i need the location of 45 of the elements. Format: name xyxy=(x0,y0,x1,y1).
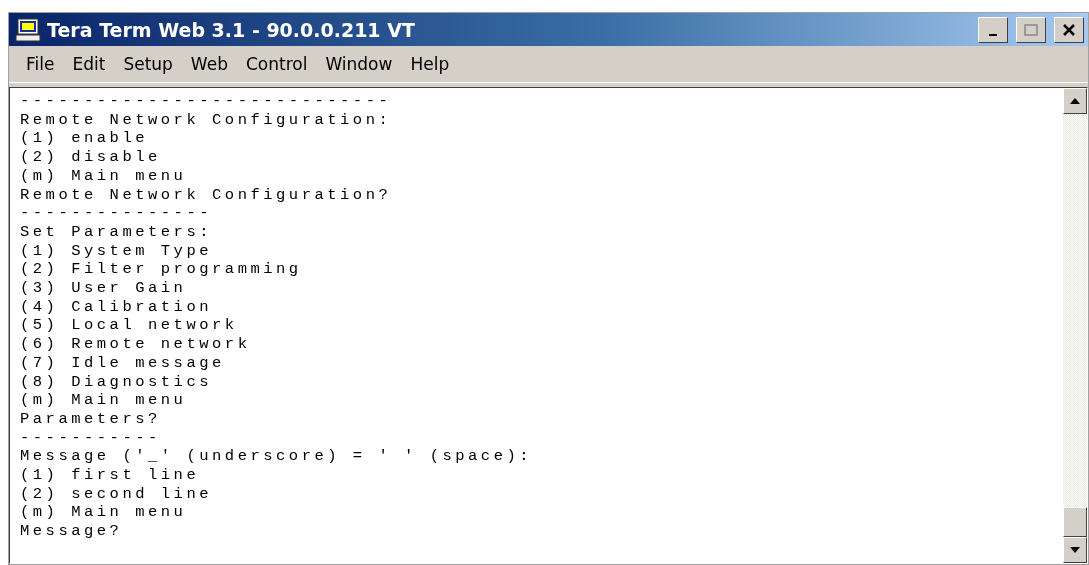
terminal-line: (8) Diagnostics xyxy=(20,372,213,392)
menu-item[interactable]: Setup xyxy=(114,54,182,74)
maximize-button[interactable] xyxy=(1016,16,1046,43)
terminal-line: (m) Main menu xyxy=(20,166,187,186)
terminal-line: (1) System Type xyxy=(20,241,213,261)
terminal-line: (2) disable xyxy=(20,148,161,167)
terminal-line: Message ('_' (underscore) = ' ' (space): xyxy=(20,447,533,467)
maximize-icon xyxy=(1024,23,1038,36)
terminal-line: (6) Remote network xyxy=(20,335,251,354)
terminal-line: Set Parameters: xyxy=(20,222,213,242)
close-icon xyxy=(1063,23,1075,36)
terminal-line: --------------- xyxy=(20,204,213,223)
down-triangle-icon xyxy=(1070,547,1080,553)
terminal-line: ----------- xyxy=(20,428,161,448)
menu-item[interactable]: Window xyxy=(316,54,402,74)
terminal-line: (1) enable xyxy=(20,129,148,149)
minimize-icon xyxy=(989,33,997,36)
terminal-line: (2) second line xyxy=(20,484,213,504)
terminal-line: Remote Network Configuration? xyxy=(20,185,392,205)
terminal-line: Message? xyxy=(20,522,123,541)
terminal-line: (m) Main menu xyxy=(20,503,187,523)
terminal-line: (5) Local network xyxy=(20,316,238,336)
terminal-app-icon xyxy=(15,17,41,42)
menu-item[interactable]: Help xyxy=(401,54,459,74)
terminal-line: Remote Network Configuration: xyxy=(20,110,392,130)
scroll-thumb[interactable] xyxy=(1063,507,1087,537)
minimize-button[interactable] xyxy=(978,16,1008,43)
up-triangle-icon xyxy=(1070,98,1080,104)
terminal-line: Parameters? xyxy=(20,409,161,429)
menu-item[interactable]: Web xyxy=(181,54,237,74)
menu-item[interactable]: File xyxy=(17,54,64,74)
scroll-up-button[interactable] xyxy=(1063,88,1087,114)
terminal-line: (3) User Gain xyxy=(20,279,187,298)
terminal-line: (1) first line xyxy=(20,466,200,485)
close-button[interactable] xyxy=(1054,16,1084,43)
terminal-line: (m) Main menu xyxy=(20,391,187,410)
scroll-down-button[interactable] xyxy=(1063,537,1087,563)
terminal-line: ----------------------------- xyxy=(20,92,392,111)
terminal-line: (2) Filter programming xyxy=(20,260,302,280)
scroll-bar[interactable] xyxy=(1063,88,1087,563)
menu-item[interactable]: Control xyxy=(236,54,317,74)
terminal-line: (4) Calibration xyxy=(20,297,213,317)
terminal-line: (7) Idle message xyxy=(20,353,225,373)
menu-item[interactable]: Edit xyxy=(63,54,115,74)
window-title: Tera Term Web 3.1 - 90.0.0.211 VT xyxy=(47,18,416,41)
